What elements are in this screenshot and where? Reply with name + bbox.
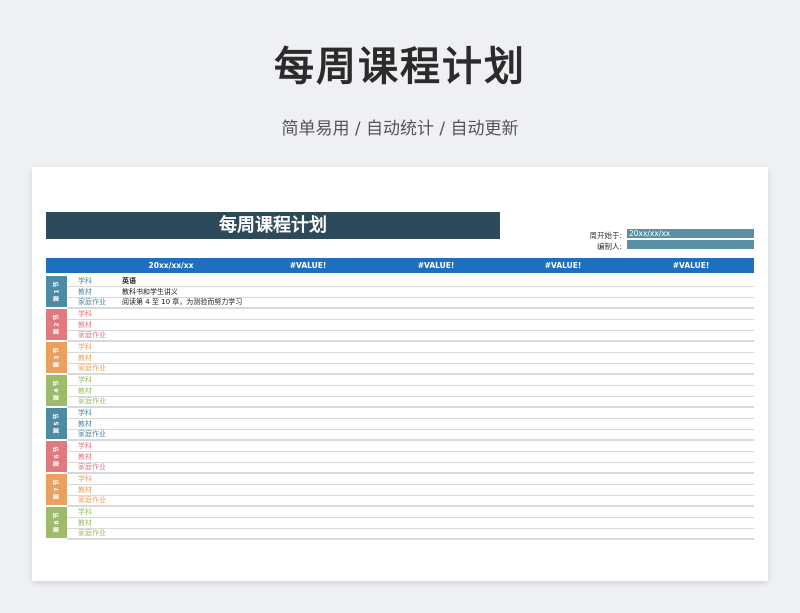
cell-material[interactable]: 教科书和学生讲义	[122, 287, 178, 297]
row-label-subject: 学科	[78, 277, 92, 285]
period-row-subject: 学科	[67, 408, 754, 419]
row-label-subject: 学科	[78, 508, 92, 516]
period-block: 第 4 节 学科教材家庭作业	[46, 375, 754, 407]
period-block: 第 6 节 学科教材家庭作业	[46, 441, 754, 473]
period-row-subject: 学科	[67, 507, 754, 518]
row-label-subject: 学科	[78, 310, 92, 318]
period-tab: 第 5 节	[46, 408, 67, 439]
row-label-material: 教材	[78, 485, 92, 494]
period-tab: 第 6 节	[46, 441, 67, 472]
period-row-material: 教材	[67, 518, 754, 529]
period-block: 第 3 节 学科教材家庭作业	[46, 342, 754, 374]
period-block: 第 5 节 学科教材家庭作业	[46, 408, 754, 440]
header-day-4[interactable]: #VALUE!	[518, 258, 608, 273]
row-label-material: 教材	[78, 320, 92, 329]
week-start-label: 周开始于:	[589, 231, 622, 240]
spreadsheet: 每周课程计划 周开始于: 20xx/xx/xx 编制人: 20xx/xx/xx …	[32, 167, 768, 581]
period-row-material: 教材	[67, 419, 754, 430]
row-label-material: 教材	[78, 518, 92, 527]
period-row-subject: 学科	[67, 342, 754, 353]
day-header-row: 20xx/xx/xx #VALUE! #VALUE! #VALUE! #VALU…	[46, 258, 754, 273]
row-label-homework: 家庭作业	[78, 331, 106, 339]
period-row-subject: 学科 英语	[67, 276, 754, 287]
row-label-homework: 家庭作业	[78, 397, 106, 405]
header-day-2[interactable]: #VALUE!	[263, 258, 353, 273]
period-row-subject: 学科	[67, 375, 754, 386]
period-label: 第 1 节	[53, 281, 61, 302]
period-row-material: 教材 教科书和学生讲义	[67, 287, 754, 298]
period-label: 第 7 节	[53, 479, 61, 500]
row-label-subject: 学科	[78, 343, 92, 351]
period-row-material: 教材	[67, 452, 754, 463]
period-tab: 第 2 节	[46, 309, 67, 340]
period-tab: 第 4 节	[46, 375, 67, 406]
row-label-subject: 学科	[78, 376, 92, 384]
cell-homework[interactable]: 阅读第 4 至 10 章，为测验而努力学习	[122, 297, 242, 307]
row-label-homework: 家庭作业	[78, 364, 106, 372]
period-label: 第 4 节	[53, 380, 61, 401]
period-block: 第 7 节 学科教材家庭作业	[46, 474, 754, 506]
row-label-homework: 家庭作业	[78, 529, 106, 537]
period-row-material: 教材	[67, 386, 754, 397]
row-label-subject: 学科	[78, 442, 92, 450]
header-date[interactable]: 20xx/xx/xx	[126, 258, 216, 273]
row-label-material: 教材	[78, 419, 92, 428]
period-label: 第 3 节	[53, 347, 61, 368]
row-label-subject: 学科	[78, 409, 92, 417]
period-row-subject: 学科	[67, 441, 754, 452]
period-label: 第 2 节	[53, 314, 61, 335]
period-row-subject: 学科	[67, 309, 754, 320]
cell-subject[interactable]: 英语	[122, 276, 136, 286]
period-label: 第 6 节	[53, 446, 61, 467]
row-label-homework: 家庭作业	[78, 496, 106, 504]
row-label-subject: 学科	[78, 475, 92, 483]
row-label-material: 教材	[78, 452, 92, 461]
page-title: 每周课程计划	[274, 44, 526, 90]
period-divider	[67, 538, 754, 540]
editor-label: 编制人:	[596, 242, 622, 251]
row-label-homework: 家庭作业	[78, 430, 106, 438]
period-block: 第 2 节 学科教材家庭作业	[46, 309, 754, 341]
week-start-cell[interactable]: 20xx/xx/xx	[627, 229, 754, 238]
period-block: 第 8 节 学科教材家庭作业	[46, 507, 754, 539]
period-tab: 第 3 节	[46, 342, 67, 373]
row-label-material: 教材	[78, 287, 92, 296]
period-tab: 第 8 节	[46, 507, 67, 538]
period-tab: 第 1 节	[46, 276, 67, 307]
period-block: 第 1 节 学科 英语教材 教科书和学生讲义家庭作业 阅读第 4 至 10 章，为测验而…	[46, 276, 754, 308]
period-label: 第 5 节	[53, 413, 61, 434]
header-day-5[interactable]: #VALUE!	[646, 258, 736, 273]
period-row-material: 教材	[67, 485, 754, 496]
sheet-banner-title: 每周课程计划	[46, 212, 500, 239]
row-label-material: 教材	[78, 386, 92, 395]
row-label-homework: 家庭作业	[78, 298, 106, 306]
row-label-material: 教材	[78, 353, 92, 362]
editor-cell[interactable]	[627, 240, 754, 249]
period-row-material: 教材	[67, 353, 754, 364]
period-tab: 第 7 节	[46, 474, 67, 505]
row-label-homework: 家庭作业	[78, 463, 106, 471]
period-row-subject: 学科	[67, 474, 754, 485]
header-day-3[interactable]: #VALUE!	[391, 258, 481, 273]
page-subtitle: 简单易用 / 自动统计 / 自动更新	[281, 119, 519, 139]
period-label: 第 8 节	[53, 512, 61, 533]
period-row-material: 教材	[67, 320, 754, 331]
